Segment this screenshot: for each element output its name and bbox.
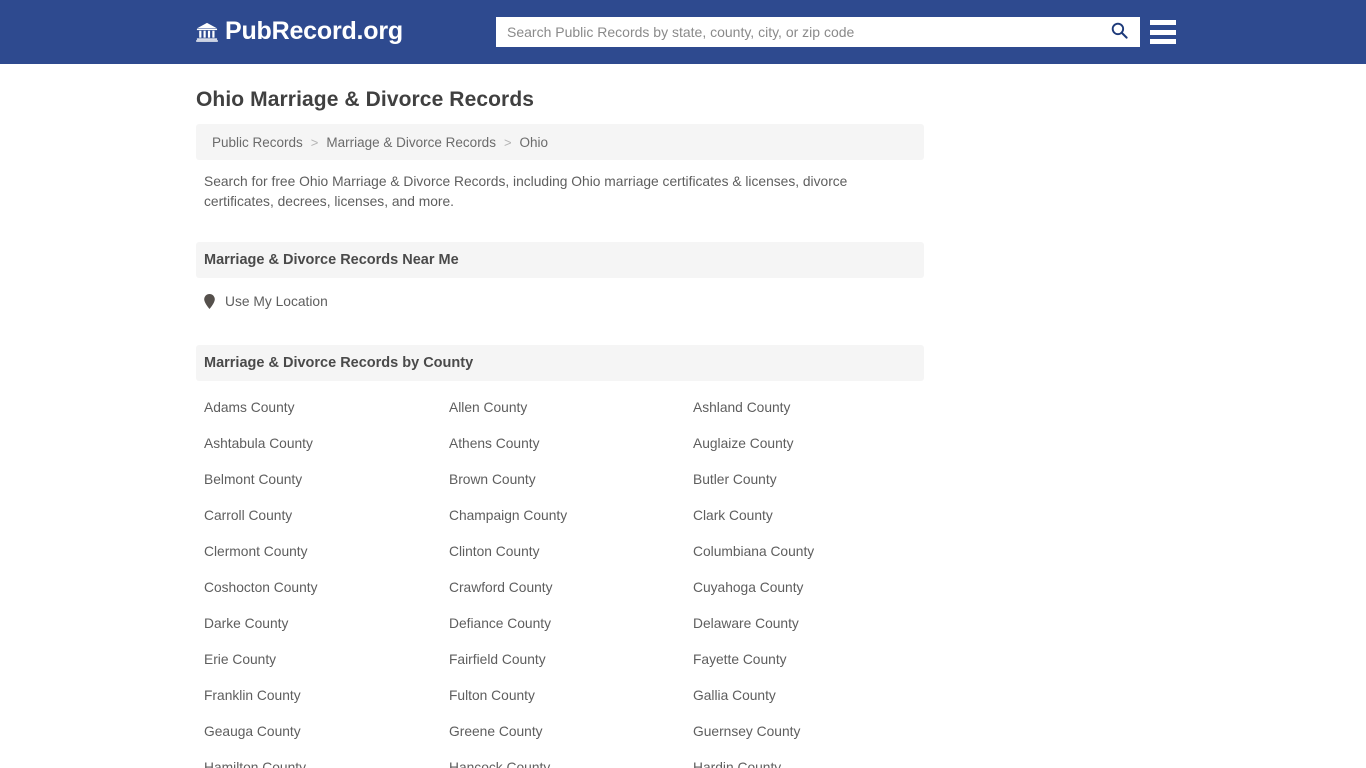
county-link[interactable]: Columbiana County xyxy=(693,534,928,570)
breadcrumb-item-ohio[interactable]: Ohio xyxy=(512,135,549,150)
map-pin-icon xyxy=(204,294,215,309)
county-links-grid: Adams County Allen County Ashland County As… xyxy=(204,390,928,768)
county-link[interactable]: Ashtabula County xyxy=(204,426,449,462)
county-link[interactable]: Adams County xyxy=(204,390,449,426)
search-input[interactable] xyxy=(497,18,1099,46)
breadcrumb-item-public-records[interactable]: Public Records xyxy=(204,135,303,150)
county-link[interactable]: Carroll County xyxy=(204,498,449,534)
county-link[interactable]: Greene County xyxy=(449,714,693,750)
county-link[interactable]: Delaware County xyxy=(693,606,928,642)
county-link[interactable]: Athens County xyxy=(449,426,693,462)
use-my-location-link[interactable]: Use My Location xyxy=(204,294,328,309)
use-my-location-label: Use My Location xyxy=(225,294,328,309)
county-link[interactable]: Champaign County xyxy=(449,498,693,534)
county-link[interactable]: Erie County xyxy=(204,642,449,678)
county-link[interactable]: Crawford County xyxy=(449,570,693,606)
county-link[interactable]: Darke County xyxy=(204,606,449,642)
county-link[interactable]: Defiance County xyxy=(449,606,693,642)
hamburger-menu-button[interactable] xyxy=(1150,20,1176,44)
county-link[interactable]: Hancock County xyxy=(449,750,693,768)
county-link[interactable]: Franklin County xyxy=(204,678,449,714)
page-intro-text: Search for free Ohio Marriage & Divorce … xyxy=(204,174,848,209)
county-link[interactable]: Allen County xyxy=(449,390,693,426)
county-link[interactable]: Gallia County xyxy=(693,678,928,714)
bank-building-icon xyxy=(196,21,218,43)
county-link[interactable]: Clermont County xyxy=(204,534,449,570)
search-bar xyxy=(496,17,1140,47)
search-button[interactable] xyxy=(1099,18,1139,46)
county-link[interactable]: Belmont County xyxy=(204,462,449,498)
county-link[interactable]: Geauga County xyxy=(204,714,449,750)
county-link[interactable]: Butler County xyxy=(693,462,928,498)
county-link[interactable]: Clark County xyxy=(693,498,928,534)
county-link[interactable]: Clinton County xyxy=(449,534,693,570)
county-link[interactable]: Brown County xyxy=(449,462,693,498)
county-link[interactable]: Fulton County xyxy=(449,678,693,714)
breadcrumb-separator: > xyxy=(310,134,319,150)
county-link[interactable]: Cuyahoga County xyxy=(693,570,928,606)
county-link[interactable]: Fairfield County xyxy=(449,642,693,678)
site-logo-text: PubRecord.org xyxy=(225,17,403,45)
county-link[interactable]: Fayette County xyxy=(693,642,928,678)
section-header-by-county: Marriage & Divorce Records by County xyxy=(196,345,924,381)
county-link[interactable]: Coshocton County xyxy=(204,570,449,606)
breadcrumb-separator: > xyxy=(503,134,512,150)
county-link[interactable]: Hamilton County xyxy=(204,750,449,768)
hamburger-menu-icon-bar-3 xyxy=(1150,39,1176,44)
county-link[interactable]: Hardin County xyxy=(693,750,928,768)
section-heading-near-me: Marriage & Divorce Records Near Me xyxy=(204,252,459,268)
page-title: Ohio Marriage & Divorce Records xyxy=(196,88,535,111)
breadcrumb: Public Records > Marriage & Divorce Reco… xyxy=(196,124,924,160)
hamburger-menu-icon-bar-2 xyxy=(1150,29,1176,35)
search-icon xyxy=(1110,21,1129,43)
county-link[interactable]: Guernsey County xyxy=(693,714,928,750)
section-heading-by-county: Marriage & Divorce Records by County xyxy=(204,355,474,371)
county-link[interactable]: Auglaize County xyxy=(693,426,928,462)
breadcrumb-item-marriage-divorce-records[interactable]: Marriage & Divorce Records xyxy=(318,135,496,150)
hamburger-menu-icon-bar-1 xyxy=(1150,20,1176,25)
site-header: PubRecord.org xyxy=(0,0,1366,64)
county-link[interactable]: Ashland County xyxy=(693,390,928,426)
section-header-near-me: Marriage & Divorce Records Near Me xyxy=(196,242,924,278)
site-logo-link[interactable]: PubRecord.org xyxy=(196,19,403,44)
